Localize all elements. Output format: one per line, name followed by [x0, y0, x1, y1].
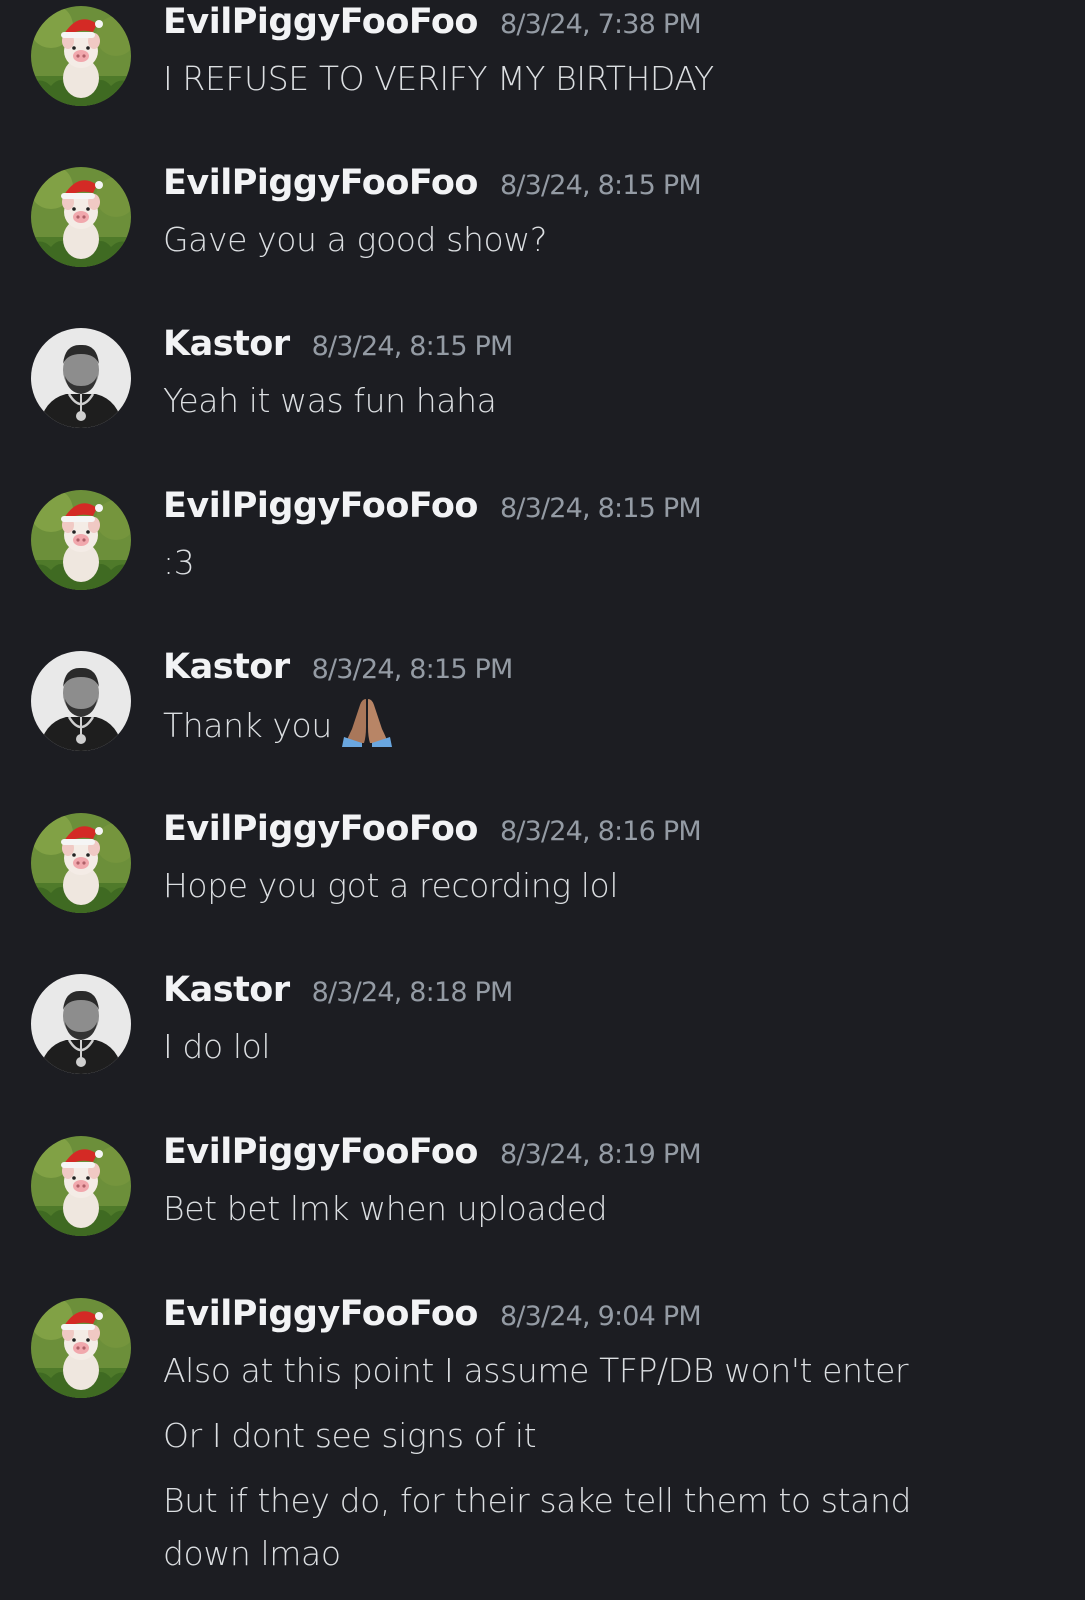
timestamp[interactable]: 8/3/24, 8:16 PM [500, 816, 702, 847]
message-text: Bet bet lmk when uploaded [163, 1189, 608, 1228]
message-text: Or I dont see signs of it [163, 1416, 537, 1455]
message-text: Gave you a good show? [163, 220, 547, 259]
man-portrait-avatar[interactable] [31, 974, 131, 1074]
timestamp[interactable]: 8/3/24, 8:15 PM [500, 493, 702, 524]
message-line: Thank you [163, 697, 1043, 762]
timestamp[interactable]: 8/3/24, 8:19 PM [500, 1139, 702, 1170]
timestamp[interactable]: 8/3/24, 8:15 PM [500, 170, 702, 201]
message-header: EvilPiggyFooFoo 8/3/24, 8:16 PM [163, 809, 702, 855]
message-header: EvilPiggyFooFoo 8/3/24, 8:15 PM [163, 486, 702, 532]
message-header: Kastor 8/3/24, 8:15 PM [163, 324, 514, 370]
message-text: But if they do, for their sake tell them… [163, 1481, 912, 1573]
username[interactable]: EvilPiggyFooFoo [163, 163, 478, 203]
timestamp[interactable]: 8/3/24, 8:18 PM [312, 977, 514, 1008]
pig-santa-hat-avatar[interactable] [31, 490, 131, 590]
message-header: EvilPiggyFooFoo 8/3/24, 8:15 PM [163, 163, 702, 209]
pig-santa-hat-avatar[interactable] [31, 1136, 131, 1236]
message-text: :3 [163, 543, 195, 582]
message-text: Yeah it was fun haha [163, 381, 497, 420]
message-text: Also at this point I assume TFP/DB won't… [163, 1351, 909, 1390]
username[interactable]: Kastor [163, 324, 290, 364]
message-header: EvilPiggyFooFoo 8/3/24, 9:04 PM [163, 1294, 702, 1340]
message-text: I REFUSE TO VERIFY MY BIRTHDAY [163, 59, 714, 98]
pig-santa-hat-avatar[interactable] [31, 1298, 131, 1398]
timestamp[interactable]: 8/3/24, 8:15 PM [312, 654, 514, 685]
man-portrait-avatar[interactable] [31, 651, 131, 751]
folded-hands-emoji [342, 697, 392, 762]
man-portrait-avatar[interactable] [31, 328, 131, 428]
timestamp[interactable]: 8/3/24, 9:04 PM [500, 1301, 702, 1332]
message-feed: EvilPiggyFooFoo 8/3/24, 7:38 PM I REFUSE… [0, 0, 1085, 1600]
message-header: Kastor 8/3/24, 8:18 PM [163, 970, 514, 1016]
username[interactable]: EvilPiggyFooFoo [163, 486, 478, 526]
pig-santa-hat-avatar[interactable] [31, 813, 131, 913]
pig-santa-hat-avatar[interactable] [31, 6, 131, 106]
timestamp[interactable]: 8/3/24, 7:38 PM [500, 9, 702, 40]
message-text: Hope you got a recording lol [163, 866, 619, 905]
username[interactable]: Kastor [163, 970, 290, 1010]
username[interactable]: Kastor [163, 647, 290, 687]
pig-santa-hat-avatar[interactable] [31, 167, 131, 267]
timestamp[interactable]: 8/3/24, 8:15 PM [312, 331, 514, 362]
username[interactable]: EvilPiggyFooFoo [163, 1294, 478, 1334]
message-header: Kastor 8/3/24, 8:15 PM [163, 647, 514, 693]
message-text: I do lol [163, 1027, 271, 1066]
username[interactable]: EvilPiggyFooFoo [163, 809, 478, 849]
message-header: EvilPiggyFooFoo 8/3/24, 7:38 PM [163, 2, 702, 48]
message-header: EvilPiggyFooFoo 8/3/24, 8:19 PM [163, 1132, 702, 1178]
message-text: Thank you [163, 706, 332, 745]
username[interactable]: EvilPiggyFooFoo [163, 1132, 478, 1172]
username[interactable]: EvilPiggyFooFoo [163, 2, 478, 42]
